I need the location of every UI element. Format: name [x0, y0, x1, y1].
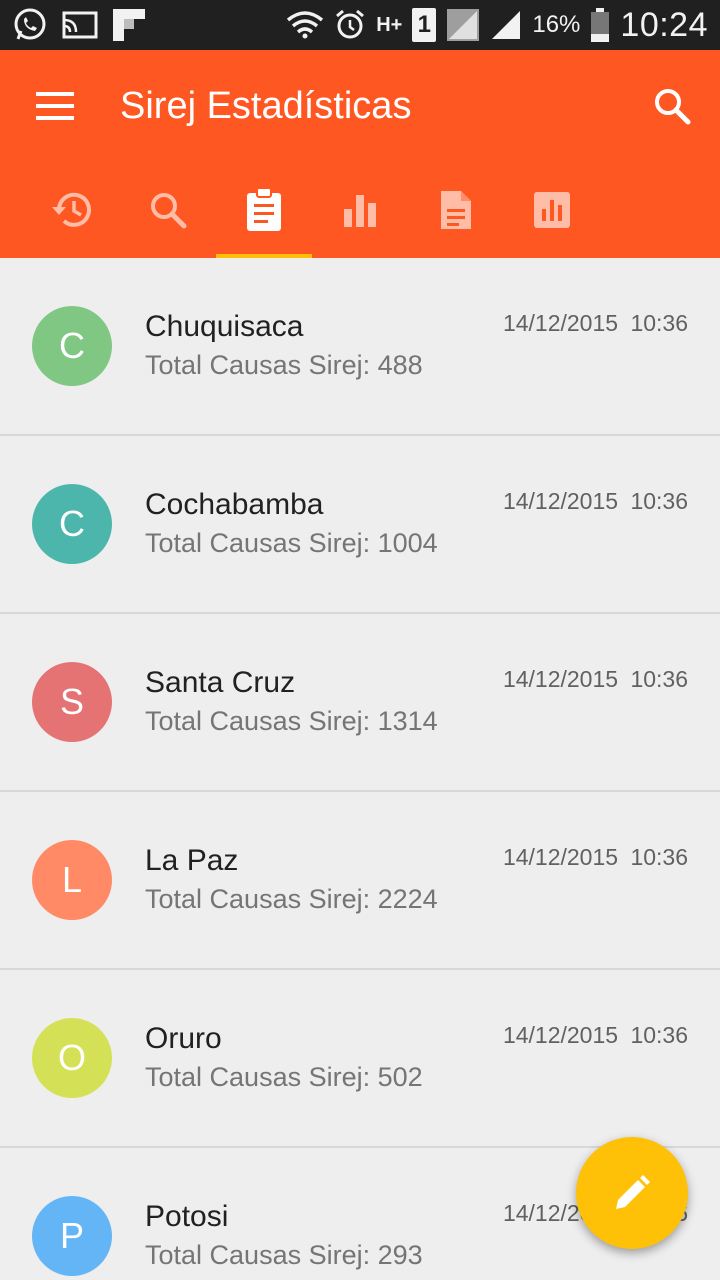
battery-icon: [590, 8, 610, 42]
item-title: Oruro: [145, 1022, 222, 1055]
sim-indicator: 1: [412, 8, 437, 42]
item-subtitle: Total Causas Sirej: 1004: [145, 528, 438, 558]
chart-box-icon: [534, 192, 570, 228]
tab-document[interactable]: [408, 162, 504, 258]
flipboard-icon: [112, 8, 146, 42]
pencil-icon: [616, 1175, 650, 1209]
item-subtitle: Total Causas Sirej: 1314: [145, 706, 438, 736]
toolbar: Sirej Estadísticas: [0, 50, 720, 162]
battery-percent: 16%: [532, 11, 581, 38]
clipboard-icon: [247, 188, 281, 231]
tab-search[interactable]: [120, 162, 216, 258]
app-bar: Sirej Estadísticas: [0, 50, 720, 258]
list-item[interactable]: O Oruro Total Causas Sirej: 502 14/12/20…: [0, 970, 720, 1148]
list-item[interactable]: L La Paz Total Causas Sirej: 2224 14/12/…: [0, 792, 720, 970]
avatar: C: [32, 484, 112, 564]
bar-chart-icon: [344, 195, 376, 227]
document-icon: [441, 191, 471, 229]
app-title: Sirej Estadísticas: [120, 84, 412, 127]
avatar: L: [32, 840, 112, 920]
item-date: 14/12/2015 10:36: [502, 488, 688, 514]
item-title: La Paz: [145, 844, 239, 877]
avatar: C: [32, 306, 112, 386]
tab-summary[interactable]: [216, 162, 312, 258]
avatar: O: [32, 1018, 112, 1098]
list-item[interactable]: C Cochabamba Total Causas Sirej: 1004 14…: [0, 436, 720, 614]
menu-button[interactable]: [36, 86, 76, 126]
item-date: 14/12/2015 10:36: [502, 1022, 688, 1048]
avatar: P: [32, 1196, 112, 1276]
item-subtitle: Total Causas Sirej: 293: [145, 1240, 423, 1270]
whatsapp-icon: [12, 7, 48, 43]
item-title: Potosi: [145, 1200, 229, 1233]
search-icon: [151, 193, 187, 229]
tab-history[interactable]: [24, 162, 120, 258]
search-button[interactable]: [648, 82, 696, 130]
search-icon: [655, 89, 691, 125]
item-date: 14/12/2015 10:36: [502, 666, 688, 692]
department-list: C Chuquisaca Total Causas Sirej: 488 14/…: [0, 258, 720, 1280]
item-subtitle: Total Causas Sirej: 502: [145, 1062, 423, 1092]
history-icon: [52, 192, 91, 227]
avatar: S: [32, 662, 112, 742]
item-subtitle: Total Causas Sirej: 488: [145, 350, 423, 380]
status-bar: H+ 1 16% 10:24: [0, 0, 720, 50]
wifi-icon: [286, 10, 324, 40]
item-date: 14/12/2015 10:36: [502, 844, 688, 870]
list-item[interactable]: S Santa Cruz Total Causas Sirej: 1314 14…: [0, 614, 720, 792]
tab-bar: [24, 162, 600, 258]
network-type: H+: [376, 13, 403, 36]
item-title: Cochabamba: [145, 488, 324, 521]
cast-screen-icon: [62, 10, 98, 40]
item-date: 14/12/2015 10:36: [502, 310, 688, 336]
item-title: Santa Cruz: [145, 666, 296, 699]
alarm-icon: [334, 9, 366, 41]
tab-chart-box[interactable]: [504, 162, 600, 258]
hamburger-menu-icon: [36, 92, 74, 120]
signal-icon-sim1: [446, 8, 480, 42]
list-item[interactable]: C Chuquisaca Total Causas Sirej: 488 14/…: [0, 258, 720, 436]
item-subtitle: Total Causas Sirej: 2224: [145, 884, 438, 914]
item-title: Chuquisaca: [145, 310, 304, 343]
edit-fab-button[interactable]: [576, 1137, 688, 1249]
tab-bar-chart[interactable]: [312, 162, 408, 258]
status-bar-left: [12, 0, 146, 50]
signal-icon-sim2: [490, 9, 522, 41]
clock: 10:24: [620, 5, 708, 44]
status-bar-right: H+ 1 16% 10:24: [286, 0, 708, 50]
